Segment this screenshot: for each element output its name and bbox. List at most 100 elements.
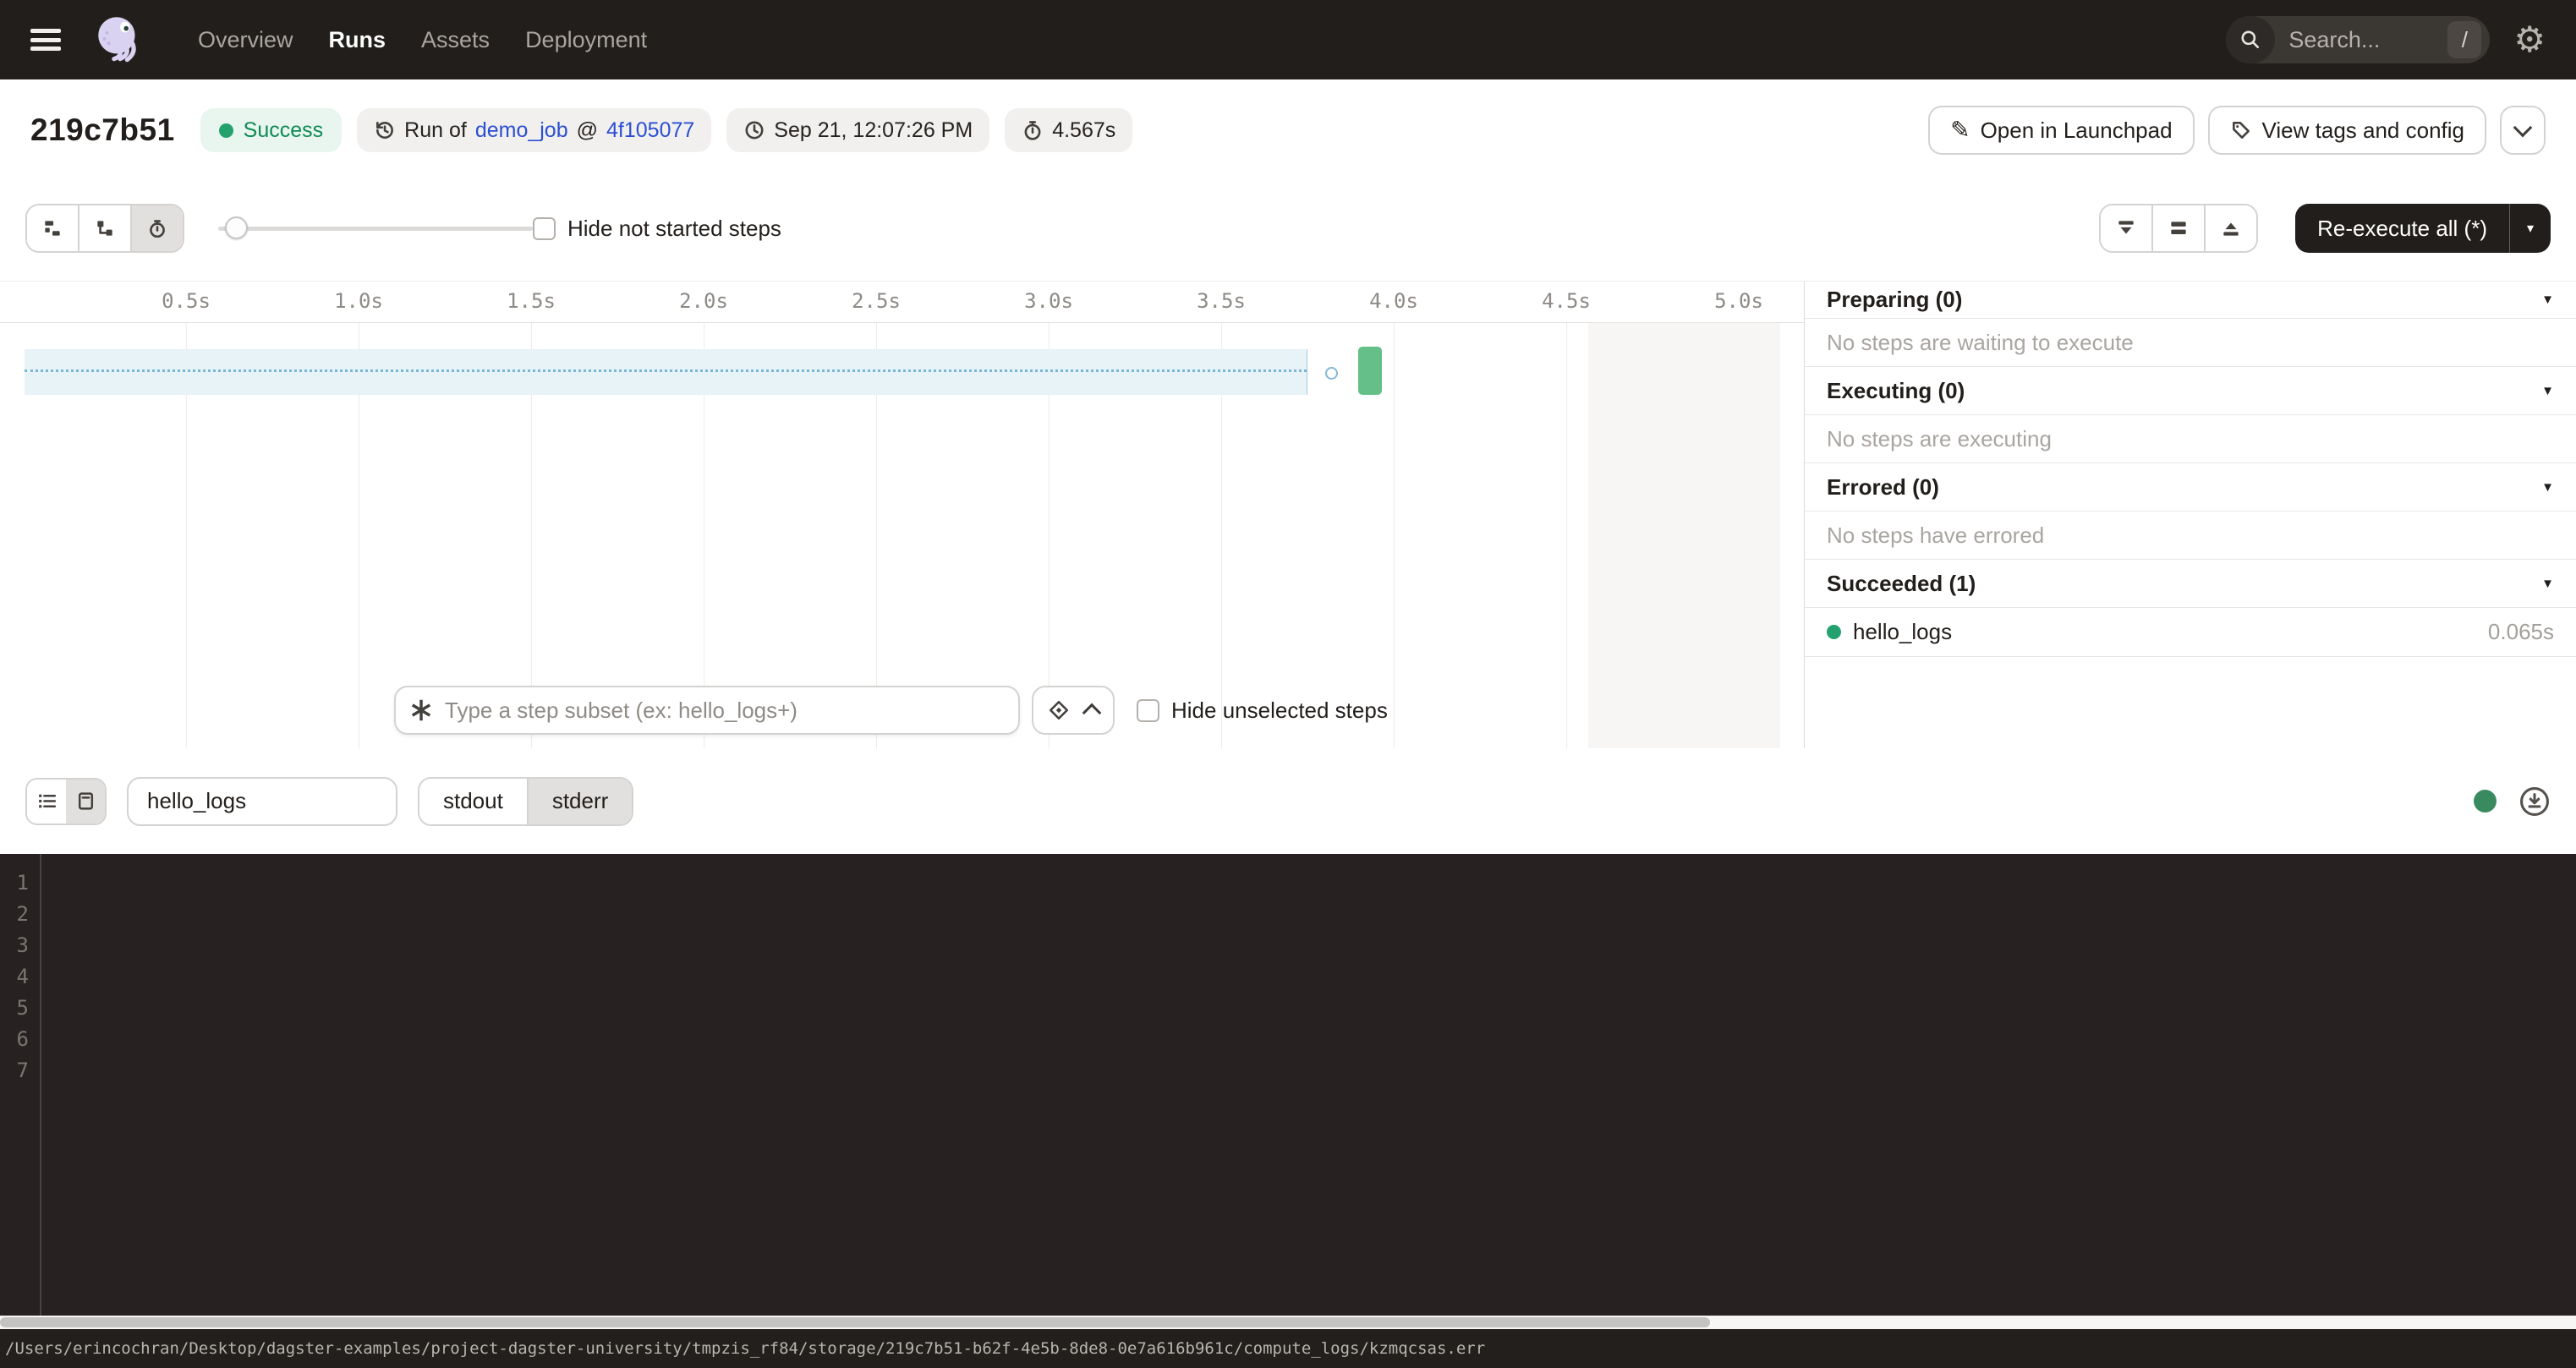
nav-links: Overview Runs Assets Deployment — [198, 27, 647, 53]
layers-icon — [1048, 699, 1070, 721]
run-actions: ✎ Open in Launchpad View tags and config — [1928, 106, 2546, 155]
search-shortcut-badge: / — [2447, 21, 2481, 58]
search-input[interactable] — [2287, 26, 2441, 54]
gantt-time-axis: 0.5s 1.0s 1.5s 2.0s 2.5s 3.0s 3.5s 4.0s … — [0, 282, 1804, 323]
log-line: 42023-09-21 12:07:30 -0400 - dagster - D… — [0, 961, 2576, 993]
gantt-chart[interactable]: 0.5s 1.0s 1.5s 2.0s 2.5s 3.0s 3.5s 4.0s … — [0, 282, 1804, 748]
line-number: 1 — [0, 867, 29, 899]
history-icon — [374, 119, 396, 141]
search-icon — [2226, 16, 2275, 63]
line-number: 7 — [0, 1055, 29, 1086]
gantt-waterfall-view-button[interactable] — [78, 205, 130, 251]
step-waiting-band[interactable] — [25, 349, 1307, 395]
log-view-mode-group — [25, 778, 107, 825]
log-line: 72023-09-21 12:07:30 -0400 - dagster - D… — [0, 1055, 2576, 1086]
log-lines: 12023-09-21 12:07:30 -0400 - dagster - D… — [0, 867, 2576, 1086]
nav-item-deployment[interactable]: Deployment — [525, 27, 647, 53]
hide-unselected-checkbox[interactable]: Hide unselected steps — [1137, 698, 1388, 724]
line-number: 4 — [0, 961, 29, 993]
step-subset-input[interactable] — [443, 697, 1005, 725]
caret-down-icon: ▼ — [2541, 480, 2554, 495]
section-errored-empty: No steps have errored — [1805, 512, 2576, 560]
step-dependency-marker — [1325, 367, 1338, 380]
section-preparing[interactable]: Preparing (0)▼ — [1805, 282, 2576, 319]
hide-not-started-checkbox[interactable]: Hide not started steps — [533, 216, 781, 242]
settings-gear-icon[interactable]: ⚙ — [2513, 22, 2546, 57]
run-gantt-section: 0.5s 1.0s 1.5s 2.0s 2.5s 3.0s 3.5s 4.0s … — [0, 281, 2576, 749]
log-line: 12023-09-21 12:07:30 -0400 - dagster - D… — [0, 867, 2576, 899]
reexecute-dropdown-button[interactable]: ▾ — [2510, 204, 2551, 253]
scrollbar-thumb[interactable] — [0, 1317, 1710, 1327]
gantt-plot-area[interactable]: Hide unselected steps — [0, 323, 1804, 748]
line-number: 6 — [0, 1024, 29, 1055]
dagster-logo-icon[interactable] — [91, 12, 147, 68]
job-link[interactable]: demo_job — [475, 118, 568, 143]
tab-stdout[interactable]: stdout — [419, 779, 527, 824]
gantt-toolbar: Hide not started steps Re-execute all (*… — [0, 196, 2576, 260]
run-id-title: 219c7b51 — [30, 112, 175, 148]
gantt-zoom-slider[interactable] — [218, 204, 533, 253]
step-subset-input-wrap — [394, 686, 1020, 735]
section-preparing-empty: No steps are waiting to execute — [1805, 319, 2576, 367]
success-dot-icon — [219, 123, 233, 138]
run-of-pill: Run of demo_job @ 4f105077 — [357, 108, 711, 152]
gantt-timed-view-button[interactable] — [130, 205, 183, 251]
tab-stderr[interactable]: stderr — [527, 779, 632, 824]
log-line: 52023-09-21 12:07:30 -0400 - dagster - D… — [0, 993, 2576, 1024]
pencil-icon: ✎ — [1950, 118, 1970, 142]
expand-up-button[interactable] — [2204, 205, 2256, 251]
code-version-link[interactable]: 4f105077 — [606, 118, 694, 143]
split-panels-button[interactable] — [2151, 205, 2204, 251]
log-line: 32023-09-21 12:07:30 -0400 - dagster - I… — [0, 930, 2576, 961]
global-search[interactable]: / — [2226, 16, 2490, 63]
reexecute-button[interactable]: Re-execute all (*) ▾ — [2295, 204, 2551, 253]
duration-pill: 4.567s — [1005, 108, 1132, 152]
section-succeeded[interactable]: Succeeded (1)▼ — [1805, 560, 2576, 608]
caret-down-icon: ▼ — [2541, 293, 2554, 307]
nav-item-assets[interactable]: Assets — [421, 27, 490, 53]
run-header: 219c7b51 Success Run of demo_job @ 4f105… — [0, 79, 2576, 181]
panel-layout-group — [2099, 204, 2258, 253]
line-number: 2 — [0, 899, 29, 930]
success-dot-icon — [1827, 625, 1841, 639]
checkbox-icon[interactable] — [533, 217, 556, 240]
log-filter-input[interactable] — [145, 787, 379, 815]
slider-knob[interactable] — [225, 216, 248, 239]
section-executing[interactable]: Executing (0)▼ — [1805, 367, 2576, 415]
op-selector-icon — [409, 698, 433, 722]
raw-log-view-button[interactable] — [66, 780, 105, 824]
section-executing-empty: No steps are executing — [1805, 415, 2576, 463]
tag-icon — [2230, 119, 2252, 141]
nav-item-overview[interactable]: Overview — [198, 27, 293, 53]
log-line: 22023-09-21 12:07:30 -0400 - dagster - D… — [0, 899, 2576, 930]
log-filter-input-wrap — [127, 777, 397, 826]
download-log-icon[interactable] — [2518, 785, 2551, 818]
raw-log-viewer[interactable]: 12023-09-21 12:07:30 -0400 - dagster - D… — [0, 854, 2576, 1316]
gantt-view-mode-group — [25, 204, 184, 253]
log-stream-tabs: stdout stderr — [418, 777, 633, 826]
log-path-footer: /Users/erincochran/Desktop/dagster-examp… — [0, 1329, 2576, 1368]
step-status-panel: Preparing (0)▼ No steps are waiting to e… — [1804, 282, 2576, 748]
log-capture-status-icon — [2474, 790, 2497, 813]
gantt-flat-view-button[interactable] — [27, 205, 78, 251]
checkbox-icon[interactable] — [1137, 699, 1159, 722]
chevron-down-icon — [2513, 118, 2533, 138]
gantt-overflow-shade — [1588, 323, 1780, 748]
line-number: 5 — [0, 993, 29, 1024]
structured-log-view-button[interactable] — [27, 780, 66, 824]
caret-down-icon: ▼ — [2541, 384, 2554, 398]
open-in-launchpad-button[interactable]: ✎ Open in Launchpad — [1928, 106, 2194, 155]
log-toolbar: stdout stderr — [0, 748, 2576, 854]
collapse-down-button[interactable] — [2101, 205, 2151, 251]
section-errored[interactable]: Errored (0)▼ — [1805, 463, 2576, 512]
graph-query-toggle-button[interactable] — [1032, 686, 1115, 735]
succeeded-step-row[interactable]: hello_logs 0.065s — [1805, 608, 2576, 657]
clock-icon — [743, 119, 765, 141]
nav-item-runs[interactable]: Runs — [329, 27, 386, 53]
view-tags-config-button[interactable]: View tags and config — [2208, 106, 2486, 155]
horizontal-scrollbar[interactable] — [0, 1316, 2576, 1329]
step-success-bar[interactable] — [1358, 347, 1382, 395]
menu-icon[interactable] — [30, 29, 61, 51]
run-more-actions-button[interactable] — [2500, 106, 2546, 155]
chevron-up-icon — [1082, 703, 1101, 723]
